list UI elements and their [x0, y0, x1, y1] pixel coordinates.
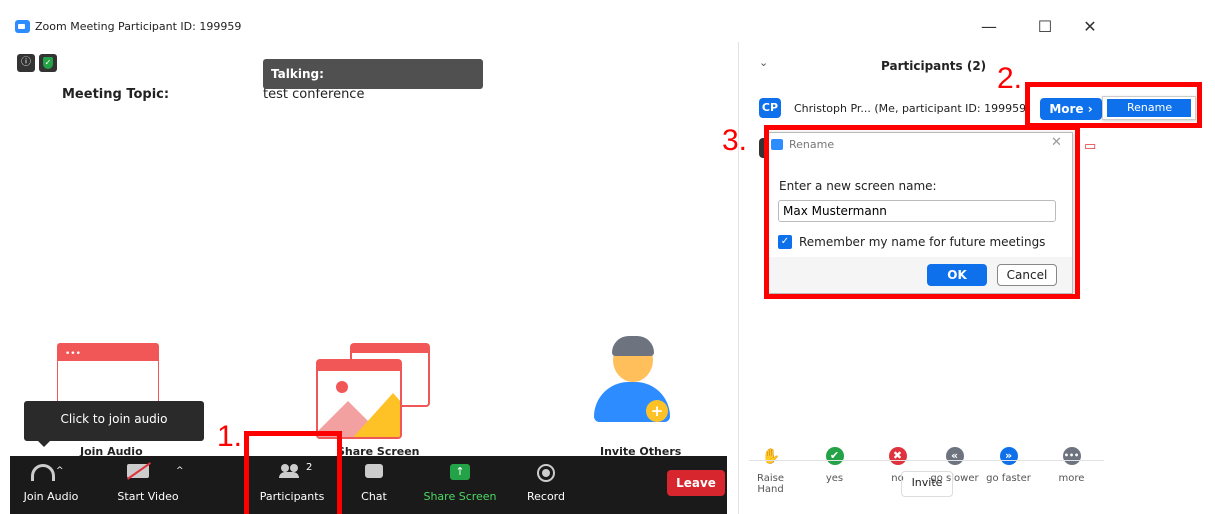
join-audio-label: Join Audio — [23, 490, 79, 503]
headphones-icon — [31, 464, 55, 481]
talking-label: Talking: — [271, 67, 324, 81]
window-title: Zoom Meeting Participant ID: 199959 — [35, 20, 242, 33]
join-audio-button[interactable]: ^ Join Audio — [12, 456, 90, 514]
record-icon — [537, 464, 555, 482]
more-reactions-label: more — [1058, 473, 1085, 484]
start-video-label: Start Video — [117, 490, 179, 503]
talking-indicator: Talking: — [263, 59, 483, 89]
tooltip-arrow — [38, 441, 50, 447]
info-icon[interactable]: ⓘ — [17, 54, 35, 72]
start-video-button[interactable]: ^ Start Video — [98, 456, 198, 514]
raise-hand-label: Raise Hand — [757, 473, 784, 495]
fast-forward-icon: » — [999, 447, 1018, 465]
join-audio-illustration[interactable]: ••• — [57, 343, 159, 403]
record-button[interactable]: Record — [520, 456, 572, 514]
x-icon: ✖ — [888, 447, 907, 465]
annotation-number-1: 1. — [217, 420, 243, 453]
participant-name: Christoph Pr... (Me, participant ID: 199… — [794, 102, 1031, 115]
avatar: CP — [759, 98, 781, 118]
chat-label: Chat — [361, 490, 387, 503]
meeting-toolbar: ^ Join Audio ^ Start Video 2 Participant… — [10, 456, 727, 514]
go-faster-button[interactable]: » go faster — [981, 447, 1036, 484]
ellipsis-icon: ••• — [1062, 447, 1081, 465]
record-label: Record — [526, 490, 565, 503]
close-window-button[interactable]: ✕ — [1075, 14, 1105, 40]
invite-others-illustration[interactable]: + — [592, 336, 672, 428]
check-icon: ✔ — [825, 447, 844, 465]
meeting-topic-label: Meeting Topic: — [62, 87, 170, 102]
collapse-panel-chevron-icon[interactable]: ⌄ — [759, 56, 768, 69]
rewind-icon: « — [945, 447, 964, 465]
participants-panel-header: Participants (2) — [881, 59, 987, 73]
chat-icon — [365, 464, 383, 478]
more-reactions-button[interactable]: ••• more — [1044, 447, 1099, 484]
invite-button[interactable]: Invite — [901, 471, 953, 497]
raise-hand-button[interactable]: ✋ Raise Hand — [743, 447, 798, 495]
maximize-button[interactable]: ☐ — [1030, 14, 1060, 40]
annotation-box-1 — [244, 431, 342, 514]
video-off-status-icon: ▭ — [1084, 139, 1097, 154]
title-bar: Zoom Meeting Participant ID: 199959 — ☐ … — [0, 0, 1118, 42]
share-screen-icon: ↑ — [450, 464, 470, 480]
yes-label: yes — [825, 473, 844, 484]
zoom-logo-icon — [15, 20, 30, 33]
meeting-main-area: ⓘ ✓ Meeting Topic: test conference ••• J… — [0, 42, 738, 458]
share-screen-button[interactable]: ↑ Share Screen — [420, 456, 500, 514]
annotation-box-2 — [1025, 82, 1202, 128]
yes-button[interactable]: ✔ yes — [807, 447, 862, 484]
annotation-box-3 — [764, 125, 1080, 299]
meeting-topic-value: test conference — [263, 87, 365, 102]
leave-button[interactable]: Leave — [667, 470, 725, 496]
video-off-icon — [126, 462, 152, 480]
share-screen-illustration[interactable] — [316, 343, 430, 439]
join-audio-tooltip: Click to join audio — [24, 401, 204, 441]
go-faster-label: go faster — [986, 473, 1031, 484]
minimize-button[interactable]: — — [974, 14, 1004, 40]
join-audio-chevron-icon[interactable]: ^ — [56, 466, 64, 476]
share-screen-label: Share Screen — [423, 490, 497, 503]
panel-divider — [749, 460, 1104, 461]
chat-button[interactable]: Chat — [350, 456, 398, 514]
annotation-number-2: 2. — [997, 62, 1023, 95]
annotation-number-3: 3. — [722, 124, 748, 157]
shield-icon[interactable]: ✓ — [39, 54, 57, 72]
hand-icon: ✋ — [761, 447, 781, 465]
start-video-chevron-icon[interactable]: ^ — [176, 466, 184, 476]
